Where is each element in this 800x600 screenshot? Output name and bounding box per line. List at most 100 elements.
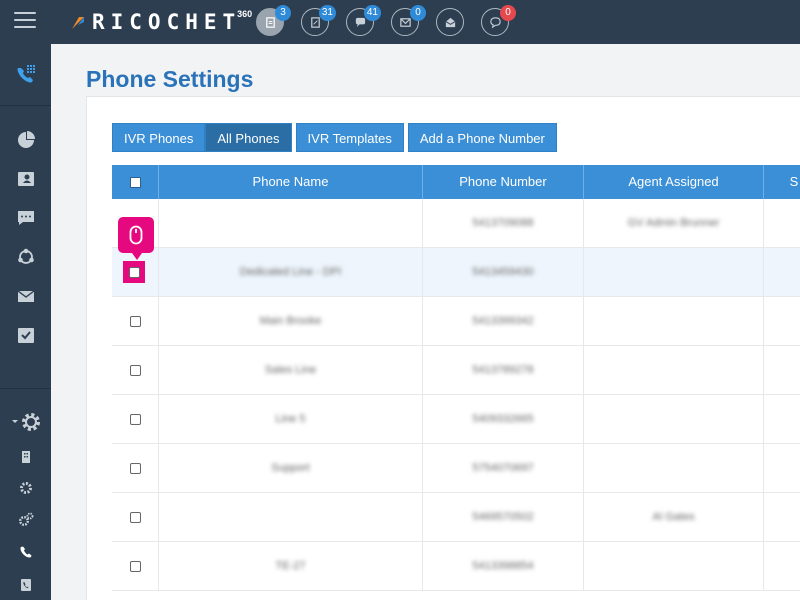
pie-chart-icon — [17, 131, 35, 148]
column-header-phone-number[interactable]: Phone Number — [423, 165, 584, 199]
table-row[interactable]: TE-27 5413398854 — [112, 542, 800, 591]
phone-name-cell-text: Support — [271, 462, 310, 474]
phone-book-icon — [20, 579, 31, 591]
phone-number-cell: 5469570502 — [423, 493, 584, 542]
row-checkbox[interactable] — [129, 315, 141, 327]
sidebar-item-reports[interactable] — [0, 126, 51, 154]
phone-name-cell-text: TE-27 — [275, 560, 306, 572]
phone-number-cell-text: 5413398854 — [472, 560, 534, 572]
table-header: Phone Name Phone Number Agent Assigned S — [112, 165, 800, 199]
sidebar-item-sms[interactable] — [0, 204, 51, 232]
sms-icon — [17, 211, 34, 225]
column-header-phone-name[interactable]: Phone Name — [159, 165, 423, 199]
agent-assigned-cell — [584, 297, 764, 346]
mouse-icon — [129, 225, 143, 245]
row-select-cell — [112, 297, 159, 346]
main-content: Phone Settings IVR Phones All Phones IVR… — [51, 44, 800, 600]
row-checkbox[interactable] — [129, 462, 141, 474]
row-checkbox[interactable] — [129, 511, 141, 523]
status-cell — [764, 248, 800, 297]
phone-icon — [20, 546, 31, 558]
checklist-icon — [17, 328, 34, 343]
phone-number-cell: 5413398854 — [423, 542, 584, 591]
sidebar-divider — [0, 388, 51, 389]
sidebar-item-phone-book[interactable] — [0, 571, 51, 599]
page-title: Phone Settings — [86, 66, 254, 92]
phone-name-cell: Sales Line — [159, 346, 423, 395]
agent-assigned-cell — [584, 346, 764, 395]
tab-ivr-phones[interactable]: IVR Phones — [112, 123, 206, 152]
add-phone-number-button[interactable]: Add a Phone Number — [407, 123, 557, 152]
row-checkbox[interactable] — [129, 364, 141, 376]
row-select-cell — [112, 493, 159, 542]
ricochet-logo-icon — [72, 17, 84, 29]
status-cell — [764, 444, 800, 493]
network-icon — [17, 248, 34, 264]
sidebar-item-phone[interactable] — [0, 538, 51, 566]
row-checkbox[interactable] — [129, 560, 141, 572]
sidebar-item-phone-system[interactable] — [0, 44, 51, 106]
comments-badge: 0 — [500, 5, 516, 21]
sidebar-item-email[interactable] — [0, 282, 51, 310]
table-row[interactable]: Dedicated Line - DPI 5413459430 — [112, 248, 800, 297]
row-checkbox[interactable] — [128, 266, 140, 278]
forms-button[interactable]: 31 — [301, 5, 336, 36]
row-select-cell — [112, 444, 159, 493]
documents-button[interactable]: 3 — [256, 5, 291, 36]
phone-number-cell-text: 5754070697 — [472, 462, 534, 474]
row-select-cell — [112, 395, 159, 444]
column-header-status[interactable]: S — [764, 165, 800, 199]
mail-badge: 0 — [410, 5, 426, 21]
phone-name-cell: Line 5 — [159, 395, 423, 444]
phone-name-cell-text: Main Brooke — [259, 315, 322, 327]
phone-number-cell: 5413459430 — [423, 248, 584, 297]
chats-button[interactable]: 41 — [346, 5, 381, 36]
phone-number-cell: 5413399342 — [423, 297, 584, 346]
hamburger-menu-icon[interactable] — [14, 12, 36, 30]
select-all-checkbox[interactable] — [129, 177, 141, 189]
table-row[interactable]: Main Brooke 5413399342 — [112, 297, 800, 346]
sidebar-item-network[interactable] — [0, 243, 51, 271]
phone-name-cell: Main Brooke — [159, 297, 423, 346]
sidebar-item-gears[interactable] — [0, 506, 51, 534]
mail-button[interactable]: 0 — [391, 5, 426, 36]
table-row[interactable]: 5469570502 Al Gates — [112, 493, 800, 542]
sidebar-item-settings[interactable] — [0, 408, 51, 436]
column-header-agent-assigned[interactable]: Agent Assigned — [584, 165, 764, 199]
checkbox-highlight — [123, 261, 145, 283]
tab-ivr-templates[interactable]: IVR Templates — [295, 123, 404, 152]
status-cell — [764, 199, 800, 248]
sidebar-item-building[interactable] — [0, 443, 51, 471]
sidebar-item-contacts[interactable] — [0, 165, 51, 193]
sidebar-item-tasks[interactable] — [0, 321, 51, 349]
phone-number-cell: 5413709088 — [423, 199, 584, 248]
table-row[interactable]: Line 5 5409332665 — [112, 395, 800, 444]
table-row[interactable]: Support 5754070697 — [112, 444, 800, 493]
document-icon — [265, 16, 275, 28]
sidebar-item-gear[interactable] — [0, 474, 51, 502]
gears-icon — [18, 512, 33, 526]
row-checkbox[interactable] — [129, 413, 141, 425]
phone-number-cell-text: 5413459430 — [472, 266, 534, 278]
top-bar: RICOCHET 360 3 31 41 0 0 — [0, 0, 800, 44]
phone-number-cell: 5413789278 — [423, 346, 584, 395]
select-all-cell — [112, 165, 159, 199]
table-row[interactable]: Sales Line 5413789278 — [112, 346, 800, 395]
status-cell — [764, 297, 800, 346]
comments-button[interactable]: 0 — [481, 5, 516, 36]
table-row[interactable]: 5413709088 GV Admin Brunner — [112, 199, 800, 248]
open-mail-button[interactable] — [436, 8, 464, 36]
phone-number-cell-text: 5469570502 — [472, 511, 534, 523]
tab-all-phones[interactable]: All Phones — [205, 123, 292, 152]
brand-logo[interactable]: RICOCHET 360 — [70, 9, 252, 35]
row-select-cell — [112, 542, 159, 591]
phone-name-cell — [159, 199, 423, 248]
status-cell — [764, 542, 800, 591]
mouse-click-indicator — [118, 217, 154, 260]
brand-name: RICOCHET — [92, 10, 242, 34]
phone-number-cell-text: 5413399342 — [472, 315, 534, 327]
chats-badge: 41 — [363, 5, 381, 21]
envelope-icon — [17, 290, 34, 302]
phone-name-cell — [159, 493, 423, 542]
settings-gear-icon — [11, 413, 40, 431]
